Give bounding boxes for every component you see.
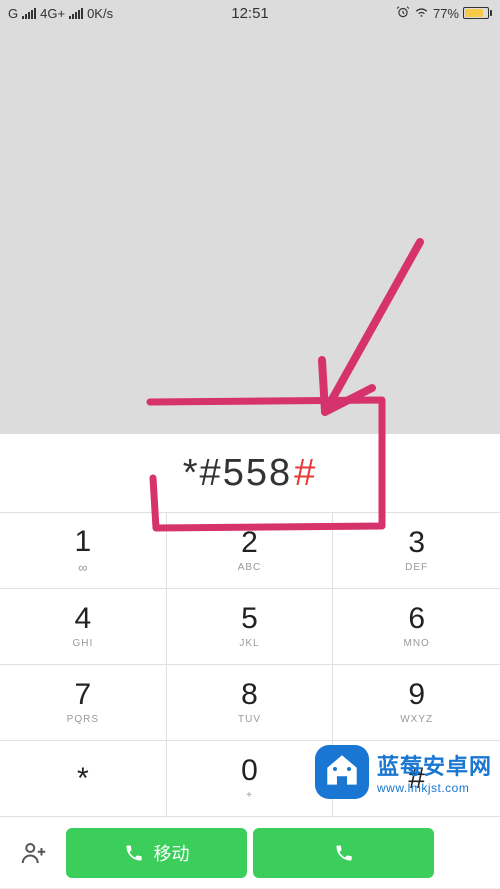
key-3[interactable]: 3DEF (333, 512, 500, 588)
signal-icon-2 (69, 8, 83, 19)
key-5[interactable]: 5JKL (167, 588, 334, 664)
key-6[interactable]: 6MNO (333, 588, 500, 664)
alarm-icon (396, 5, 410, 22)
key-8[interactable]: 8TUV (167, 664, 334, 740)
watermark: 蓝莓安卓网 www.lmkjst.com (315, 745, 492, 799)
action-row: 移动 (0, 816, 500, 888)
key-7[interactable]: 7PQRS (0, 664, 167, 740)
carrier-label: G (8, 6, 18, 21)
dial-input-display[interactable]: *#558# (0, 434, 500, 512)
dialed-cursor-char: # (294, 452, 317, 495)
dialed-number: *#558 (183, 452, 292, 495)
key-4[interactable]: 4GHI (0, 588, 167, 664)
add-contact-button[interactable] (8, 827, 60, 879)
call-sim1-button[interactable]: 移动 (66, 828, 247, 878)
data-speed: 0K/s (87, 6, 113, 21)
key-1[interactable]: 1∞ (0, 512, 167, 588)
watermark-url: www.lmkjst.com (377, 781, 492, 795)
signal-icon (22, 8, 36, 19)
call-sim1-label: 移动 (154, 840, 190, 866)
key-2[interactable]: 2ABC (167, 512, 334, 588)
recent-calls-area (0, 26, 500, 434)
status-left: G 4G+ 0K/s (8, 6, 113, 21)
key-star[interactable]: * (0, 740, 167, 816)
watermark-logo-icon (315, 745, 369, 799)
network-label: 4G+ (40, 6, 65, 21)
call-sim2-button[interactable] (253, 828, 434, 878)
status-bar: G 4G+ 0K/s 12:51 77% (0, 0, 500, 26)
wifi-icon (414, 6, 429, 21)
battery-icon (463, 7, 492, 19)
clock: 12:51 (231, 5, 269, 22)
key-9[interactable]: 9WXYZ (333, 664, 500, 740)
key-0[interactable]: 0+ (167, 740, 334, 816)
watermark-title: 蓝莓安卓网 (377, 749, 492, 781)
battery-percent: 77% (433, 6, 459, 21)
status-right: 77% (396, 5, 492, 22)
dialer: *#558# 1∞ 2ABC 3DEF 4GHI 5JKL 6MNO 7PQRS… (0, 434, 500, 888)
